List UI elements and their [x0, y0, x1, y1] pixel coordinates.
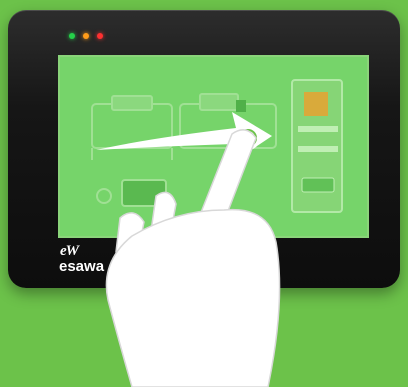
panel-button-3 — [301, 177, 335, 193]
panel-button-2 — [298, 146, 338, 152]
hand-icon — [105, 129, 281, 387]
brand-name: esawa — [59, 258, 105, 275]
screen-content-layer — [91, 79, 343, 387]
status-indicator — [304, 92, 328, 116]
panel-button-1 — [298, 126, 338, 132]
side-panel — [291, 79, 343, 213]
